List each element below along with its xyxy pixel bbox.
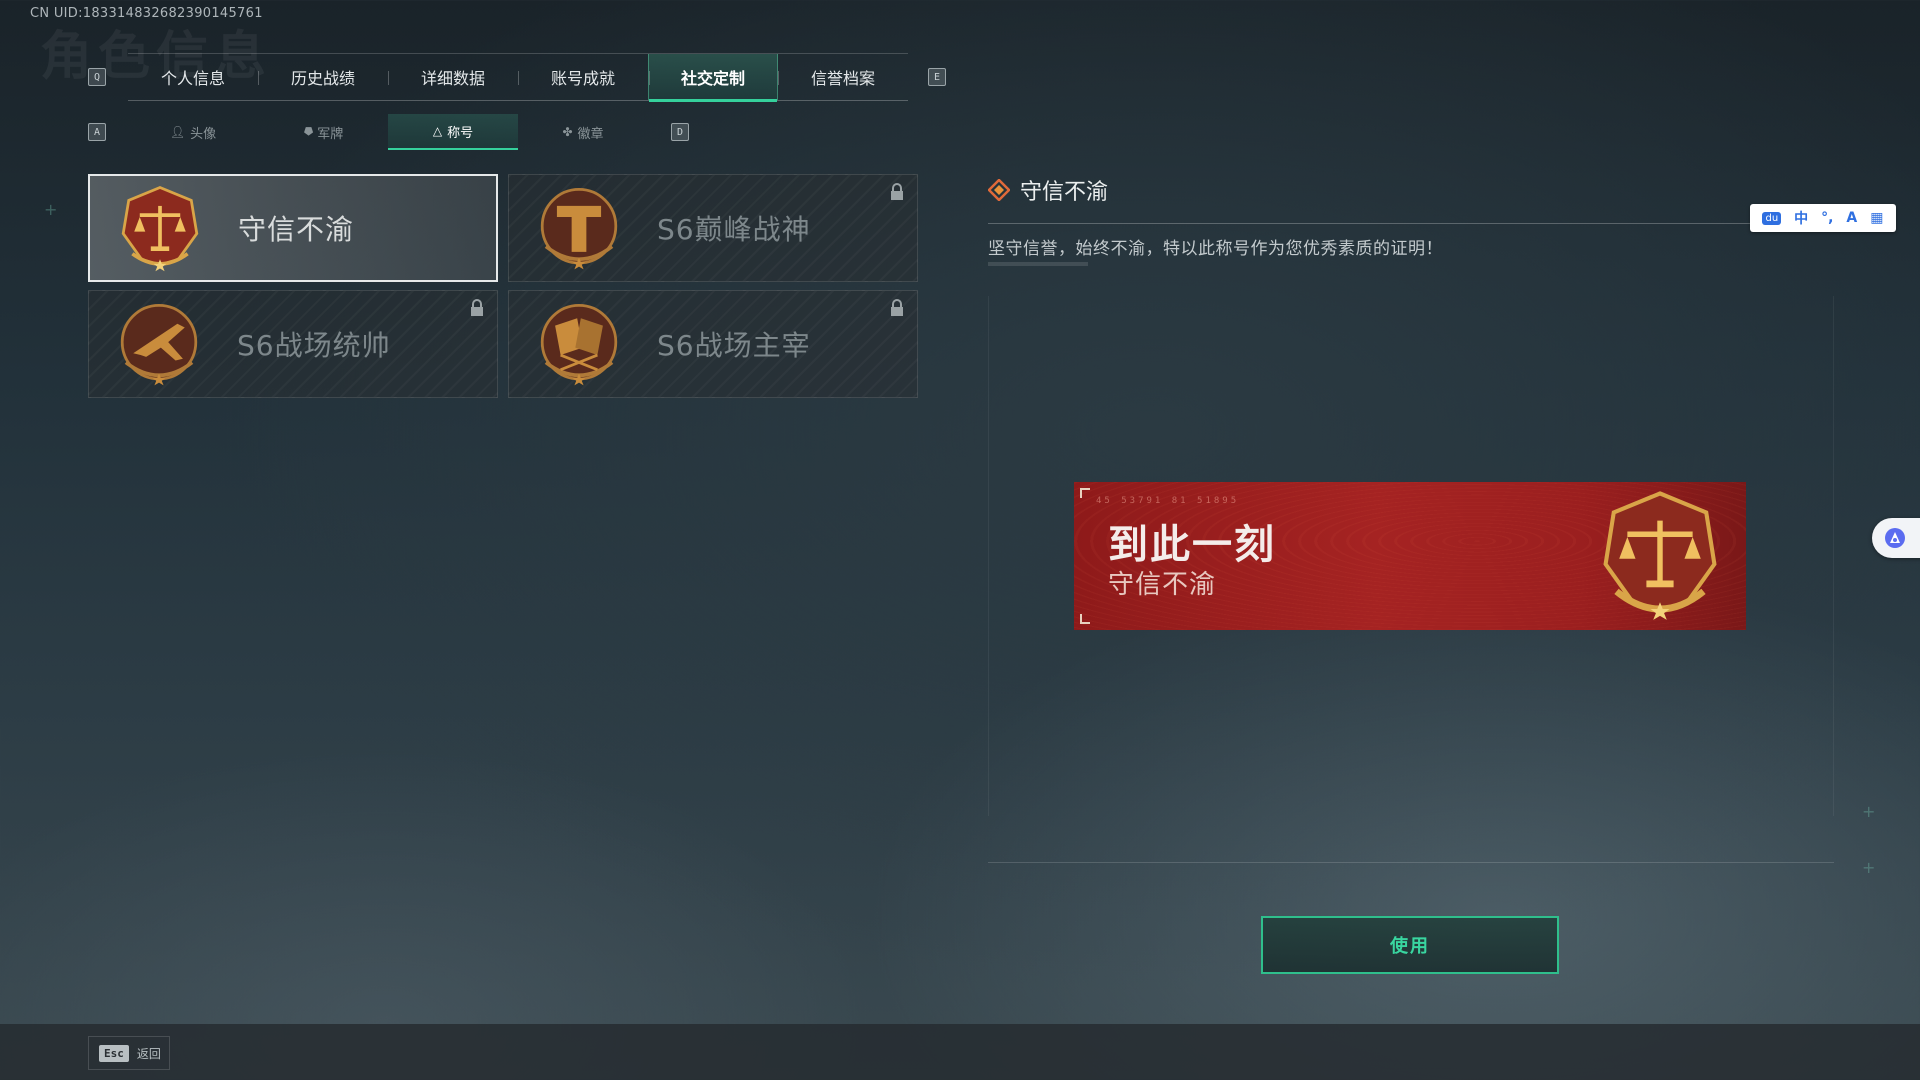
diamond-icon bbox=[988, 179, 1010, 201]
use-button[interactable]: 使用 bbox=[1261, 916, 1559, 974]
person-icon: 👤︎ bbox=[169, 125, 186, 139]
banner-main-text: 到此一刻 bbox=[1108, 522, 1276, 568]
title-card-name: S6战场统帅 bbox=[237, 329, 391, 362]
bottom-bar bbox=[0, 1024, 1920, 1080]
ime-grid-icon[interactable]: ▦ bbox=[1870, 210, 1883, 226]
tab-detailed-data[interactable]: 详细数据 bbox=[388, 54, 518, 100]
detail-header: 守信不渝 bbox=[988, 174, 1108, 206]
title-card-name: S6战场主宰 bbox=[657, 329, 811, 362]
ime-chinese-toggle[interactable]: 中 bbox=[1794, 208, 1808, 228]
title-card-name: 守信不渝 bbox=[238, 213, 355, 246]
prev-subtab-key[interactable]: A bbox=[88, 123, 106, 141]
ime-logo-icon[interactable]: du bbox=[1762, 211, 1782, 225]
banner-sub-text: 守信不渝 bbox=[1108, 570, 1217, 600]
banner-code: 45 53791 81 51895 bbox=[1096, 496, 1240, 506]
decorative-cross: + bbox=[1862, 858, 1876, 877]
esc-key: Esc bbox=[99, 1044, 129, 1062]
divider bbox=[988, 862, 1834, 863]
prev-tab-key[interactable]: Q bbox=[88, 68, 106, 86]
corner-bracket bbox=[1080, 614, 1090, 624]
back-label: 返回 bbox=[136, 1046, 161, 1061]
scales-emblem-icon bbox=[1603, 491, 1717, 620]
t-shield-emblem-icon bbox=[540, 187, 618, 270]
ime-punctuation-toggle[interactable]: °, bbox=[1821, 210, 1833, 226]
title-banner-preview: 45 53791 81 51895 到此一刻 守信不渝 bbox=[1074, 482, 1746, 630]
floating-assistant-widget[interactable] bbox=[1872, 518, 1920, 558]
ime-assistant-icon[interactable]: A bbox=[1846, 210, 1857, 226]
divider bbox=[988, 262, 1088, 266]
title-card-s6-battlefield-dominator[interactable]: S6战场主宰 bbox=[508, 290, 918, 398]
title-card-name: S6巅峰战神 bbox=[657, 213, 811, 246]
title-icon: △ bbox=[432, 124, 443, 138]
ime-toolbar[interactable]: du 中 °, A ▦ bbox=[1750, 204, 1896, 232]
corner-bracket bbox=[1080, 488, 1090, 498]
sub-tab-bar: 👤︎ 头像 ⯂ 军牌 △ 称号 ✤ 徽章 bbox=[128, 114, 648, 150]
tab-personal-info[interactable]: 个人信息 bbox=[128, 54, 258, 100]
subtab-title[interactable]: △ 称号 bbox=[388, 114, 518, 150]
subtab-title-label: 称号 bbox=[447, 125, 474, 141]
title-card-s6-peak-god[interactable]: S6巅峰战神 bbox=[508, 174, 918, 282]
tab-match-history[interactable]: 历史战绩 bbox=[258, 54, 388, 100]
lock-icon bbox=[471, 299, 483, 316]
scales-emblem-icon bbox=[121, 186, 199, 272]
title-card-trustworthy[interactable]: 守信不渝 bbox=[88, 174, 498, 282]
back-button[interactable]: Esc 返回 bbox=[88, 1036, 170, 1070]
decorative-cross: + bbox=[44, 200, 58, 219]
subtab-dogtag-label: 军牌 bbox=[317, 126, 344, 142]
main-tab-bar: 个人信息 历史战绩 详细数据 账号成就 社交定制 信誉档案 bbox=[128, 53, 908, 102]
flags-emblem-icon bbox=[540, 303, 618, 386]
divider bbox=[988, 223, 1788, 224]
subtab-avatar[interactable]: 👤︎ 头像 bbox=[128, 114, 258, 150]
jet-emblem-icon bbox=[120, 303, 198, 386]
tab-social-customization[interactable]: 社交定制 bbox=[648, 54, 778, 102]
player-uid: CN UID:1833148326823901457​61 bbox=[30, 6, 263, 21]
subtab-avatar-label: 头像 bbox=[190, 126, 217, 142]
assistant-icon bbox=[1885, 528, 1905, 548]
next-tab-key[interactable]: E bbox=[928, 68, 946, 86]
dogtag-icon: ⯂ bbox=[302, 124, 313, 139]
decorative-cross: + bbox=[1862, 802, 1876, 821]
lock-icon bbox=[891, 183, 903, 200]
tab-credit-record[interactable]: 信誉档案 bbox=[778, 54, 908, 100]
subtab-badge[interactable]: ✤ 徽章 bbox=[518, 114, 648, 150]
next-subtab-key[interactable]: D bbox=[671, 123, 689, 141]
detail-description: 坚守信誉，始终不渝，特以此称号作为您优秀素质的证明！ bbox=[988, 239, 1443, 259]
detail-title: 守信不渝 bbox=[1020, 180, 1109, 205]
subtab-badge-label: 徽章 bbox=[577, 126, 604, 142]
lock-icon bbox=[891, 299, 903, 316]
title-card-s6-battlefield-commander[interactable]: S6战场统帅 bbox=[88, 290, 498, 398]
tab-achievements[interactable]: 账号成就 bbox=[518, 54, 648, 100]
badge-icon: ✤ bbox=[562, 125, 573, 139]
subtab-dogtag[interactable]: ⯂ 军牌 bbox=[258, 114, 388, 150]
